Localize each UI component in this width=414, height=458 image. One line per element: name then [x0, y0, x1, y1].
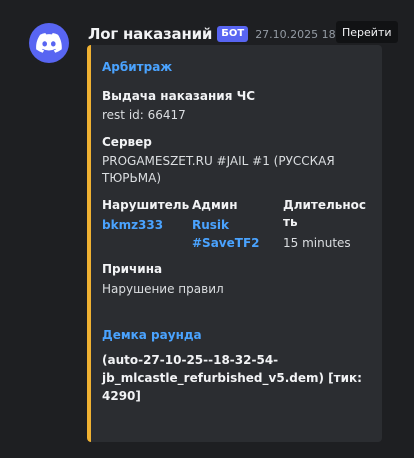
rest-id: rest id: 66417	[102, 108, 186, 122]
server-value-line1: PROGAMESZET.RU #JAIL #1 (РУССКАЯ	[102, 154, 335, 168]
action-label: Выдача наказания ЧС	[102, 89, 256, 103]
username[interactable]: Лог наказаний	[88, 25, 212, 43]
duration-label-line2: ть	[283, 215, 298, 229]
reason-label: Причина	[102, 262, 163, 276]
duration-value: 15 minutes	[283, 236, 351, 250]
server-value-line2: ТЮРЬМА)	[102, 171, 161, 185]
violator-link[interactable]: bkmz333	[102, 217, 163, 233]
demo-value-line3: 4290]	[102, 389, 141, 403]
message-header: Лог наказаний БОТ 27.10.2025 18:33	[88, 24, 353, 44]
violator-label: Нарушитель	[102, 198, 190, 212]
admin-link[interactable]: Rusik	[192, 217, 229, 233]
bot-avatar[interactable]	[29, 23, 69, 63]
embed-title: Арбитраж	[102, 60, 173, 74]
embed-card: Арбитраж Выдача наказания ЧС rest id: 66…	[87, 45, 382, 442]
admin-link-tag[interactable]: #SaveTF2	[192, 235, 260, 251]
bot-badge: БОТ	[217, 26, 249, 42]
demo-label[interactable]: Демка раунда	[102, 327, 202, 343]
admin-label: Админ	[192, 198, 238, 212]
server-label: Сервер	[102, 135, 152, 149]
reason-value: Нарушение правил	[102, 282, 224, 296]
discord-logo-icon	[36, 33, 62, 53]
demo-value-line2: jb_mlcastle_refurbished_v5.dem) [тик:	[102, 371, 362, 385]
demo-value-line1: (auto-27-10-25--18-32-54-	[102, 353, 279, 367]
goto-button[interactable]: Перейти	[336, 21, 398, 43]
duration-label-line1: Длительнос	[283, 198, 367, 212]
